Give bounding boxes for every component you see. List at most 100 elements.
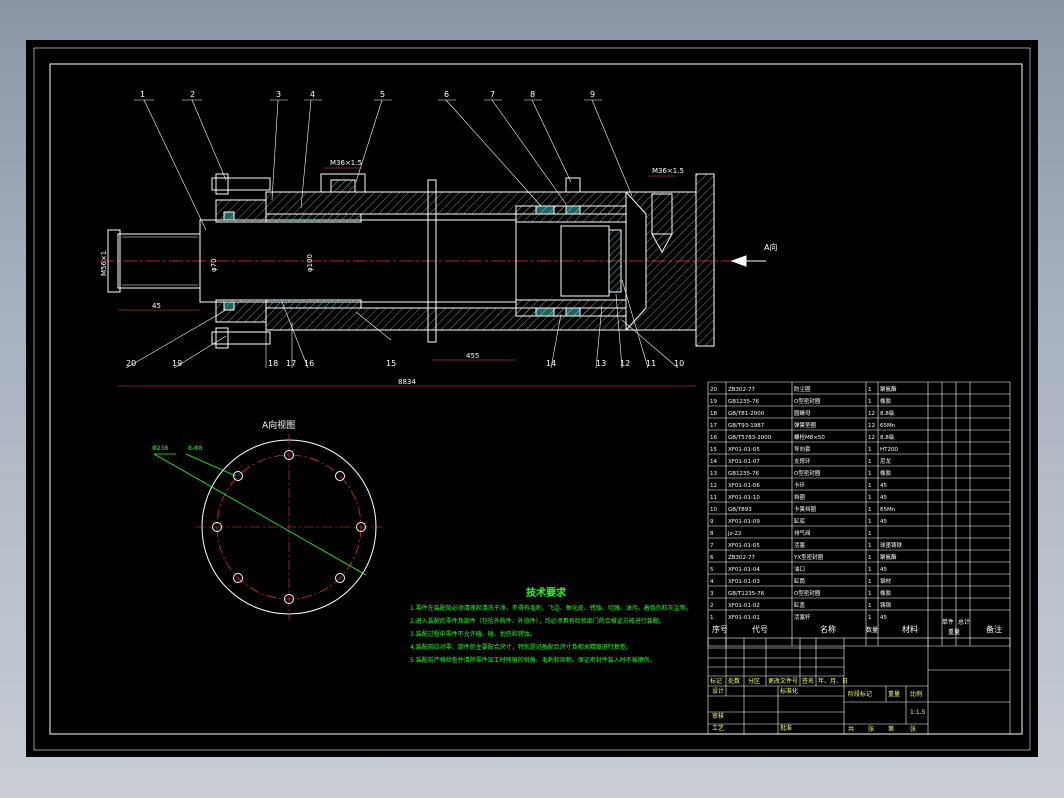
tb-zone: 分区 [748,677,760,685]
callout-17: 17 [286,359,296,368]
callout-2: 2 [190,90,195,99]
bom-cell: 12 [710,483,717,489]
bom-cell: GB/T93-1987 [728,423,765,429]
dim-h2: φ70 [210,258,218,272]
bom-cell: 14 [710,459,717,465]
bom-cell: ZB302-77 [728,387,756,393]
bom-cell: 1 [868,447,872,453]
tb-weight: 重量 [888,690,900,698]
note-2: 2.进入装配的零件及部件（包括外购件、外协件），均必须具有检验部门的合格证方能进… [410,617,665,625]
bom-cell: 橡胶 [880,469,892,477]
bom-cell: 8 [710,531,714,537]
bom-cell: O型密封圈 [794,469,821,477]
bom-cell: 聚氨酯 [880,385,897,393]
bom-cell: 1 [868,567,872,573]
dim-h3: φ100 [306,254,314,272]
tb-process: 工艺 [712,724,724,732]
bom-cell: 45 [880,495,887,501]
bom-cell: 钢材 [880,577,892,585]
bom-cell: GB1235-76 [728,471,760,477]
bom-cell: 弹簧垫圈 [794,421,817,429]
tb-mark: 标记 [710,677,722,685]
bom-cell: 导向套 [794,445,811,453]
bom-cell: 防尘圈 [794,385,811,393]
callout-19: 19 [172,359,182,368]
cad-drawing: 1 2 3 4 5 6 7 8 9 20 19 18 17 16 15 14 1… [33,47,1031,751]
bom-cell: 1 [868,507,872,513]
bom-cell: 11 [710,495,717,501]
tb-date: 年、月、日 [818,677,848,685]
tb-sign: 签名 [802,677,814,685]
bom-cell: 橡胶 [880,397,892,405]
bom-cell: 1 [868,495,872,501]
tb-scale-label: 比例 [910,690,922,698]
bom-cell: 1 [868,471,872,477]
tb-change: 更改文件号 [768,677,798,685]
bom-cell: YX型密封圈 [793,553,824,561]
bom-cell: 1 [868,483,872,489]
tb-scale: 1:1.5 [910,709,926,716]
bom-cell: 8.8级 [880,433,895,441]
bom-cell: 45 [880,567,887,573]
bom-h-unit: 单件 [942,618,954,626]
callout-18: 18 [268,359,278,368]
callout-10: 10 [674,359,684,368]
bom-h-material: 材料 [902,624,918,634]
bom-cell: XF01-01-07 [728,459,760,465]
bom-cell: GB/T5783-2000 [728,435,772,441]
bom-cell: 18 [710,411,717,417]
bom-cell: XF01-01-05 [728,543,760,549]
notes-title: 技术要求 [526,586,567,599]
bom-cell: 1 [868,543,872,549]
bom-cell: 1 [868,591,872,597]
bom-cell: 1 [868,399,872,405]
bom-cell: 1 [868,387,872,393]
tb-sheet-1: 共 [848,725,854,733]
callout-13: 13 [596,359,606,368]
bom-cell: GB1235-76 [728,399,760,405]
bom-cell: 1 [868,615,872,621]
callout-4: 4 [310,90,315,99]
bom-cell: 15 [710,447,717,453]
drawing-sheet: 1 2 3 4 5 6 7 8 9 20 19 18 17 16 15 14 1… [26,40,1038,757]
bom-h-total: 总计 [958,618,970,626]
bom-cell: XF01-01-09 [728,519,760,525]
bom-cell: 1 [868,531,872,537]
tb-approve: 批准 [780,724,792,732]
bom-cell: 2 [710,603,714,609]
bom-cell: 卡环 [794,481,806,489]
a-view: A向视图 Φ238 8-Φ8 [152,419,382,620]
tb-count: 处数 [728,677,740,685]
bom-cell: HT200 [880,447,898,453]
note-1: 1.零件在装配前必须清理和清洗干净，不得有毛刺、飞边、氧化皮、锈蚀、切屑、油污、… [410,604,692,612]
bom-cell: GB/T893 [728,507,752,513]
bom-cell: GB/T1235-76 [728,591,765,597]
bom-cell: 挡圈 [794,493,806,501]
main-view [100,173,766,349]
bom-cell: 13 [710,471,717,477]
bom-cell: 45 [880,483,887,489]
bom-h-code: 代号 [752,624,768,634]
a-view-label2: 8-Φ8 [188,445,203,452]
bom-cell: 12 [868,423,875,429]
bom-h-qty: 数量 [866,626,878,634]
callout-5: 5 [380,90,385,99]
dim-len2: 455 [466,352,479,360]
bom-h-seq: 序号 [712,624,728,634]
bom-cell: 卡簧挡圈 [794,505,817,513]
dim-h1: M56×1 [100,251,108,276]
bom-cell: 圆螺母 [794,409,811,417]
note-4: 4.装配前应对零、部件的主要配合尺寸，特别是过盈配合尺寸及相关精度进行复查。 [410,643,632,651]
callout-15: 15 [386,359,396,368]
bom-cell: 4 [710,579,714,585]
bom-cell: 7 [710,543,714,549]
tb-design: 设计 [712,687,724,695]
bom-h-name: 名称 [820,624,836,634]
bom-cell: 12 [868,435,875,441]
bom-text: 20 ZB302-77 防尘圈 1 聚氨酯19 GB1235-76 O型密封圈 1 橡胶18 GB… [710,385,903,621]
bom-cell: 3 [710,591,714,597]
callout-3: 3 [276,90,281,99]
tb-stage: 阶段标记 [848,690,872,698]
bom-cell: 缸底 [794,517,806,525]
bom-cell: 9 [710,519,714,525]
